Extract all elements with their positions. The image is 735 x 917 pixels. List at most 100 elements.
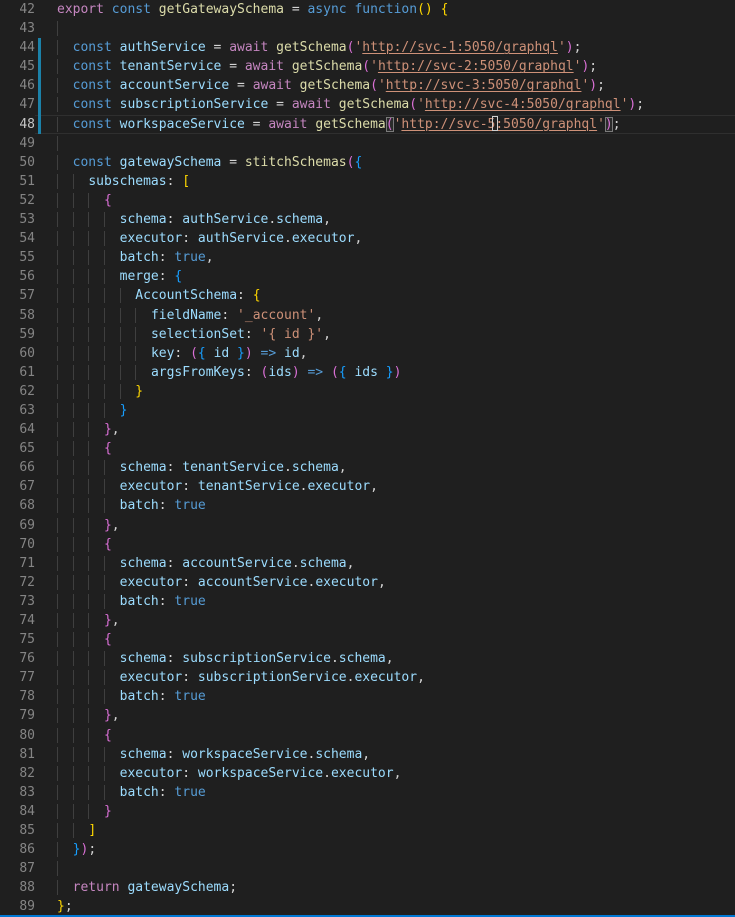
line-number[interactable]: 79 bbox=[0, 706, 35, 725]
code-text[interactable]: merge: { bbox=[46, 267, 735, 286]
line-number[interactable]: 70 bbox=[0, 535, 35, 554]
code-text[interactable]: argsFromKeys: (ids) => ({ ids }) bbox=[46, 363, 735, 382]
code-line[interactable]: 70 { bbox=[0, 535, 735, 554]
line-number[interactable]: 67 bbox=[0, 477, 35, 496]
git-modified-indicator[interactable] bbox=[35, 76, 46, 95]
line-number[interactable]: 76 bbox=[0, 649, 35, 668]
code-line[interactable]: 76 schema: subscriptionService.schema, bbox=[0, 649, 735, 668]
code-line[interactable]: 73 batch: true bbox=[0, 592, 735, 611]
code-line[interactable]: 54 executor: authService.executor, bbox=[0, 229, 735, 248]
code-line[interactable]: 79 }, bbox=[0, 706, 735, 725]
line-number[interactable]: 81 bbox=[0, 745, 35, 764]
line-number[interactable]: 43 bbox=[0, 19, 35, 38]
code-line[interactable]: 62 } bbox=[0, 382, 735, 401]
code-text[interactable]: batch: true, bbox=[46, 248, 735, 267]
line-number[interactable]: 72 bbox=[0, 573, 35, 592]
line-number[interactable]: 82 bbox=[0, 764, 35, 783]
code-line[interactable]: 57 AccountSchema: { bbox=[0, 286, 735, 305]
line-number[interactable]: 42 bbox=[0, 0, 35, 19]
code-text[interactable]: const workspaceService = await getSchema… bbox=[46, 115, 735, 134]
code-text[interactable]: executor: accountService.executor, bbox=[46, 573, 735, 592]
line-number[interactable]: 53 bbox=[0, 210, 35, 229]
code-line[interactable]: 84 } bbox=[0, 802, 735, 821]
code-text[interactable]: selectionSet: '{ id }', bbox=[46, 325, 735, 344]
code-line[interactable]: 80 { bbox=[0, 726, 735, 745]
line-number[interactable]: 86 bbox=[0, 840, 35, 859]
line-number[interactable]: 69 bbox=[0, 516, 35, 535]
code-line[interactable]: 81 schema: workspaceService.schema, bbox=[0, 745, 735, 764]
code-text[interactable]: }, bbox=[46, 420, 735, 439]
line-number[interactable]: 51 bbox=[0, 172, 35, 191]
code-text[interactable]: { bbox=[46, 191, 735, 210]
code-text[interactable]: } bbox=[46, 382, 735, 401]
line-number[interactable]: 88 bbox=[0, 878, 35, 897]
line-number[interactable]: 45 bbox=[0, 57, 35, 76]
code-text[interactable]: const accountService = await getSchema('… bbox=[46, 76, 735, 95]
line-number[interactable]: 75 bbox=[0, 630, 35, 649]
code-line[interactable]: 74 }, bbox=[0, 611, 735, 630]
code-line[interactable]: 56 merge: { bbox=[0, 267, 735, 286]
code-line[interactable]: 52 { bbox=[0, 191, 735, 210]
line-number[interactable]: 60 bbox=[0, 344, 35, 363]
code-line[interactable]: 53 schema: authService.schema, bbox=[0, 210, 735, 229]
code-text[interactable]: const authService = await getSchema('htt… bbox=[46, 38, 735, 57]
code-line[interactable]: 69 }, bbox=[0, 516, 735, 535]
line-number[interactable]: 89 bbox=[0, 897, 35, 916]
code-line[interactable]: 65 { bbox=[0, 439, 735, 458]
code-line[interactable]: 48 const workspaceService = await getSch… bbox=[0, 115, 735, 134]
code-line[interactable]: 87 bbox=[0, 859, 735, 878]
code-line[interactable]: 88 return gatewaySchema; bbox=[0, 878, 735, 897]
code-line[interactable]: 51 subschemas: [ bbox=[0, 172, 735, 191]
code-text[interactable]: { bbox=[46, 535, 735, 554]
code-line[interactable]: 66 schema: tenantService.schema, bbox=[0, 458, 735, 477]
line-number[interactable]: 87 bbox=[0, 859, 35, 878]
line-number[interactable]: 80 bbox=[0, 726, 35, 745]
code-text[interactable]: } bbox=[46, 802, 735, 821]
code-text[interactable] bbox=[46, 859, 735, 878]
line-number[interactable]: 68 bbox=[0, 496, 35, 515]
code-line[interactable]: 64 }, bbox=[0, 420, 735, 439]
code-editor[interactable]: 42 export const getGatewaySchema = async … bbox=[0, 0, 735, 917]
line-number[interactable]: 71 bbox=[0, 554, 35, 573]
code-line[interactable]: 43 bbox=[0, 19, 735, 38]
line-number[interactable]: 78 bbox=[0, 687, 35, 706]
line-number[interactable]: 83 bbox=[0, 783, 35, 802]
line-number[interactable]: 47 bbox=[0, 95, 35, 114]
code-text[interactable]: }, bbox=[46, 516, 735, 535]
code-text[interactable]: schema: tenantService.schema, bbox=[46, 458, 735, 477]
code-line[interactable]: 58 fieldName: '_account', bbox=[0, 306, 735, 325]
code-text[interactable]: schema: authService.schema, bbox=[46, 210, 735, 229]
code-line[interactable]: 68 batch: true bbox=[0, 496, 735, 515]
line-number[interactable]: 61 bbox=[0, 363, 35, 382]
code-text[interactable] bbox=[46, 134, 735, 153]
code-text[interactable]: export const getGatewaySchema = async fu… bbox=[46, 0, 735, 19]
code-text[interactable]: batch: true bbox=[46, 783, 735, 802]
code-text[interactable]: executor: workspaceService.executor, bbox=[46, 764, 735, 783]
code-text[interactable]: fieldName: '_account', bbox=[46, 306, 735, 325]
line-number[interactable]: 44 bbox=[0, 38, 35, 57]
line-number[interactable]: 74 bbox=[0, 611, 35, 630]
line-number[interactable]: 73 bbox=[0, 592, 35, 611]
code-text[interactable]: { bbox=[46, 439, 735, 458]
code-text[interactable]: } bbox=[46, 401, 735, 420]
code-text[interactable]: executor: authService.executor, bbox=[46, 229, 735, 248]
code-text[interactable]: { bbox=[46, 726, 735, 745]
code-text[interactable]: const gatewaySchema = stitchSchemas({ bbox=[46, 153, 735, 172]
code-line[interactable]: 44 const authService = await getSchema('… bbox=[0, 38, 735, 57]
line-number[interactable]: 57 bbox=[0, 286, 35, 305]
code-text[interactable]: batch: true bbox=[46, 687, 735, 706]
line-number[interactable]: 55 bbox=[0, 248, 35, 267]
code-line[interactable]: 59 selectionSet: '{ id }', bbox=[0, 325, 735, 344]
code-text[interactable]: { bbox=[46, 630, 735, 649]
code-text[interactable]: }, bbox=[46, 706, 735, 725]
line-number[interactable]: 59 bbox=[0, 325, 35, 344]
code-line[interactable]: 45 const tenantService = await getSchema… bbox=[0, 57, 735, 76]
code-line[interactable]: 50 const gatewaySchema = stitchSchemas({ bbox=[0, 153, 735, 172]
git-modified-indicator[interactable] bbox=[35, 57, 46, 76]
code-line[interactable]: 78 batch: true bbox=[0, 687, 735, 706]
code-line[interactable]: 46 const accountService = await getSchem… bbox=[0, 76, 735, 95]
line-number[interactable]: 77 bbox=[0, 668, 35, 687]
code-text[interactable]: schema: subscriptionService.schema, bbox=[46, 649, 735, 668]
line-number[interactable]: 63 bbox=[0, 401, 35, 420]
code-text[interactable]: executor: subscriptionService.executor, bbox=[46, 668, 735, 687]
